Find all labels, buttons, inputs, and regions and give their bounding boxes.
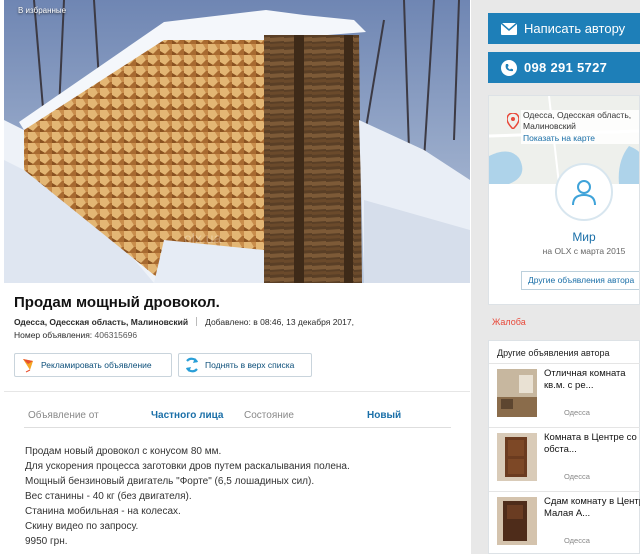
- ad-description: Продам новый дровокол с конусом 80 мм. Д…: [25, 444, 350, 549]
- sidebar: Написать автору 098 291 5727 Одесса, Оде…: [488, 0, 640, 554]
- ad-number-line: Номер объявления: 406315696: [14, 330, 137, 340]
- message-author-button[interactable]: Написать автору: [488, 13, 640, 44]
- listing-title-line1: Комната в Центре со в: [544, 432, 640, 443]
- seller-location-line2: Малиновский: [523, 121, 576, 131]
- listing-city: Одесса: [564, 472, 590, 481]
- seller-name[interactable]: Мир: [489, 230, 639, 244]
- ad-params-row: Объявление от Частного лица Состояние Но…: [24, 404, 451, 428]
- description-line: Продам новый дровокол с конусом 80 мм.: [25, 446, 222, 457]
- refresh-icon: [179, 354, 205, 376]
- user-icon: [572, 180, 596, 206]
- ad-location[interactable]: Одесса, Одесская область, Малиновский: [14, 317, 188, 327]
- description-price-line: 9950 грн.: [25, 536, 68, 547]
- description-line: Вес станины - 40 кг (без двигателя).: [25, 491, 192, 502]
- seller-card: Одесса, Одесская область, Малиновский По…: [488, 95, 640, 305]
- meta-separator: [196, 317, 198, 326]
- listing-thumbnail: [497, 433, 537, 481]
- watermark: olx.ua: [184, 230, 222, 246]
- listing-city: Одесса: [564, 408, 590, 417]
- description-line: Мощный бензиновый двигатель "Форте" (6,5…: [25, 476, 315, 487]
- kite-icon: [15, 354, 41, 376]
- avatar[interactable]: [555, 163, 613, 221]
- location-pin-icon: [506, 112, 520, 134]
- description-line: Станина мобильная - на колесах.: [25, 506, 181, 517]
- ad-added-date: Добавлено: в 08:46, 13 декабря 2017,: [205, 317, 354, 327]
- message-author-label: Написать автору: [524, 21, 626, 36]
- other-ads-button[interactable]: Другие объявления автора: [521, 271, 639, 290]
- ad-number: 406315696: [94, 330, 138, 340]
- ad-details: Объявление от Частного лица Состояние Но…: [4, 391, 470, 554]
- woodpile-image: [4, 0, 470, 283]
- list-item[interactable]: Комната в Центре со в обста... Одесса: [489, 427, 640, 489]
- ad-photo[interactable]: В избранные olx.ua: [4, 0, 470, 283]
- ad-header-card: Продам мощный дровокол. Одесса, Одесская…: [4, 283, 470, 391]
- listing-city: Одесса: [564, 536, 590, 545]
- listing-thumbnail: [497, 369, 537, 417]
- bump-button-label: Поднять в верх списка: [205, 360, 295, 370]
- param-state-value[interactable]: Новый: [367, 410, 401, 421]
- description-line: Для ускорения процесса заготовки дров пу…: [25, 461, 350, 472]
- list-item[interactable]: Отличная комната кв.м. с ре... Одесса: [489, 363, 640, 425]
- listing-title: Сдам комнату в Центр Малая А...: [544, 496, 640, 520]
- show-phone-button[interactable]: 098 291 5727: [488, 52, 640, 83]
- description-line: Скину видео по запросу.: [25, 521, 139, 532]
- ad-title: Продам мощный дровокол.: [14, 294, 220, 311]
- ad-meta-line: Одесса, Одесская область, Малиновский Доб…: [14, 317, 354, 327]
- ad-number-label: Номер объявления:: [14, 330, 93, 340]
- complain-link[interactable]: Жалоба: [492, 317, 526, 327]
- listing-title: Комната в Центре со в обста...: [544, 432, 640, 456]
- param-from-value[interactable]: Частного лица: [151, 410, 223, 421]
- listing-title-line1: Сдам комнату в Центр: [544, 496, 640, 507]
- phone-number: 098 291 5727: [524, 60, 608, 75]
- listing-title-line2: Малая А...: [544, 508, 591, 519]
- other-ads-panel: Другие объявления автора Отличная комнат…: [488, 340, 640, 554]
- envelope-icon: [494, 22, 524, 35]
- listing-title-line2: обста...: [544, 444, 577, 455]
- bump-to-top-button[interactable]: Поднять в верх списка: [178, 353, 312, 377]
- advertise-button-label: Рекламировать объявление: [41, 360, 152, 370]
- add-to-favorites-link[interactable]: В избранные: [18, 6, 66, 15]
- other-ads-title: Другие объявления автора: [497, 348, 610, 358]
- listing-title-line2: кв.м. с ре...: [544, 380, 594, 391]
- listing-title: Отличная комната кв.м. с ре...: [544, 368, 640, 392]
- seller-location: Одесса, Одесская область, Малиновский По…: [521, 110, 639, 144]
- column-gutter: [471, 0, 488, 554]
- ad-main-column: В избранные olx.ua Продам мощный дровоко…: [0, 0, 471, 554]
- seller-location-line1: Одесса, Одесская область,: [523, 110, 632, 120]
- listing-title-line1: Отличная комната: [544, 368, 626, 379]
- param-from-label: Объявление от: [28, 410, 99, 421]
- listing-thumbnail: [497, 497, 537, 545]
- seller-since: на OLX с марта 2015: [542, 246, 626, 256]
- param-state-label: Состояние: [244, 410, 294, 421]
- advertise-button[interactable]: Рекламировать объявление: [14, 353, 172, 377]
- phone-icon: [494, 59, 524, 76]
- list-item[interactable]: Сдам комнату в Центр Малая А... Одесса: [489, 491, 640, 553]
- show-on-map-link[interactable]: Показать на карте: [523, 133, 637, 144]
